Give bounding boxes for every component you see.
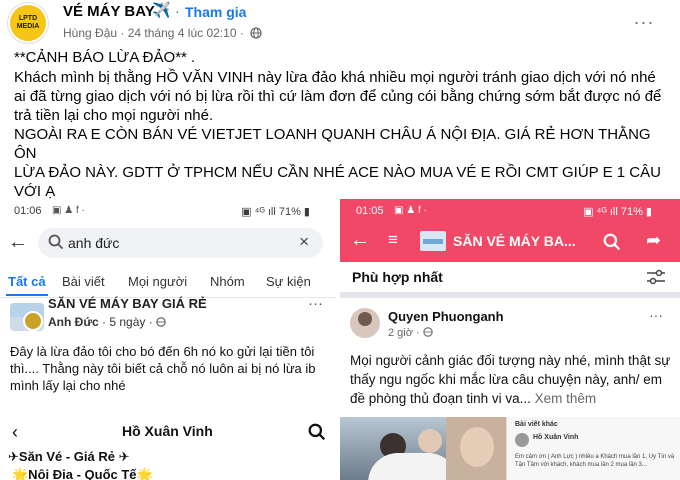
profile-header: ‹ Hồ Xuân Vinh — [0, 420, 336, 446]
airplane-icon: ✈️ — [152, 2, 171, 19]
relevance-label: Phù hợp nhất — [352, 269, 443, 285]
author-name[interactable]: Hùng Đậu — [63, 26, 117, 40]
back-arrow-icon: ← — [350, 229, 370, 251]
relevance-row: Phù hợp nhất — [340, 262, 680, 292]
group-thumbnail — [420, 231, 446, 251]
result-group-name: SĂN VÉ MÁY BAY GIÁ RẺ — [48, 296, 207, 311]
result-meta: · 5 ngày · — [98, 315, 157, 329]
search-icon — [48, 234, 64, 250]
search-icon — [308, 423, 326, 441]
result-text: Đây là lừa đảo tôi cho bó đến 6h nó ko g… — [10, 344, 316, 393]
status-bar: 01:06 ▣ ♟ f · ▣ ⁴ᴳ ıll 71% ▮ — [0, 199, 336, 221]
search-tabs: Tất cả Bài viết Mọi người Nhóm Sự kiện — [0, 271, 336, 297]
group-avatar[interactable]: LPTD MEDIA — [8, 3, 48, 43]
profile-name: Hồ Xuân Vinh — [122, 423, 213, 439]
separator-dot: · — [175, 3, 180, 19]
clear-search-icon: × — [299, 232, 309, 251]
post-text-warning: **CẢNH BÁO LỪA ĐẢO** . — [14, 49, 196, 66]
post-header: LPTD MEDIA VÉ MÁY BAY ✈️ · Tham gia Hùng… — [0, 0, 680, 48]
status-notification-icons: ▣ ♟ f · — [52, 205, 85, 216]
poster-avatar — [350, 308, 380, 338]
group-avatar-text: LPTD MEDIA — [16, 15, 40, 30]
status-battery: ▣ ⁴ᴳ ıll 71% ▮ — [583, 206, 652, 218]
status-notification-icons: ▣ ♟ f · — [394, 205, 427, 216]
tab-all: Tất cả — [8, 274, 46, 289]
share-icon: ➦ — [646, 230, 662, 250]
status-battery: ▣ ⁴ᴳ ıll 71% ▮ — [241, 206, 310, 218]
poster-meta: 2 giờ · — [388, 327, 433, 339]
tab-posts: Bài viết — [62, 274, 105, 289]
post-body: **CẢNH BÁO LỪA ĐẢO** . Khách mình bị thằ… — [14, 48, 669, 220]
see-more-link: Xem thêm — [534, 391, 597, 406]
status-time: 01:06 — [14, 205, 42, 217]
left-screenshot-image[interactable]: 01:06 ▣ ♟ f · ▣ ⁴ᴳ ıll 71% ▮ ← anh đức ×… — [0, 199, 336, 480]
active-tab-underline — [6, 294, 48, 296]
status-time: 01:05 — [356, 205, 384, 217]
poster-time: 2 giờ · — [388, 327, 423, 339]
post-text-details: Khách mình bị thằng HỒ VĂN VINH này lừa … — [14, 69, 662, 124]
search-row: ← anh đức × — [0, 225, 336, 259]
embedded-avatar — [515, 433, 529, 447]
meta-dot: · — [120, 26, 125, 40]
menu-icon: ≡ — [388, 230, 398, 249]
search-bar: anh đức × — [38, 228, 323, 258]
group-name[interactable]: VÉ MÁY BAY — [63, 3, 155, 20]
back-arrow-icon: ← — [8, 231, 28, 253]
poster-text-block: Mọi người cảnh giác đối tượng này nhé, m… — [350, 351, 676, 408]
result-author: Anh Đức — [48, 315, 99, 329]
globe-icon — [423, 327, 433, 337]
post-meta: Hùng Đậu · 24 tháng 4 lúc 02:10 · — [63, 26, 262, 40]
search-icon — [603, 233, 621, 251]
embedded-post-screenshot: Bài viết khác Hồ Xuân Vinh Em cảm ơn ( A… — [506, 417, 680, 480]
embedded-name: Hồ Xuân Vinh — [533, 434, 579, 441]
profile-bio-line-2: 🌟Nội Địa - Quốc Tế🌟 — [12, 467, 153, 480]
poster-name: Quyen Phuonganh — [388, 309, 504, 324]
post-timestamp[interactable]: 24 tháng 4 lúc 02:10 — [128, 26, 237, 40]
search-query-text: anh đức — [68, 235, 120, 251]
globe-icon — [250, 27, 262, 39]
filter-icon — [647, 269, 665, 285]
poster-more-icon: ··· — [649, 307, 663, 323]
group-header-title: SĂN VÉ MÁY BA... — [453, 233, 576, 249]
poster-text: Mọi người cảnh giác đối tượng này nhé, m… — [350, 353, 671, 406]
globe-icon — [156, 317, 166, 327]
embedded-text: Em cảm ơn ( Anh Lực ) nhiều a Khách mua … — [515, 454, 675, 468]
tab-groups: Nhóm — [210, 274, 245, 289]
result-author-line: Anh Đức · 5 ngày · — [48, 315, 166, 329]
divider — [340, 292, 680, 298]
chevron-left-icon: ‹ — [12, 422, 18, 442]
tab-people: Mọi người — [128, 274, 188, 289]
join-group-link[interactable]: Tham gia — [185, 4, 246, 20]
status-bar: 01:05 ▣ ♟ f · ▣ ⁴ᴳ ıll 71% ▮ — [340, 199, 680, 221]
result-group-avatar — [10, 303, 44, 331]
result-more-icon: ··· — [308, 295, 323, 312]
right-screenshot-image[interactable]: 01:05 ▣ ♟ f · ▣ ⁴ᴳ ıll 71% ▮ ← ≡ SĂN VÉ … — [340, 199, 680, 480]
profile-bio-line-1: ✈Săn Vé - Giá Rẻ ✈ — [8, 449, 130, 464]
meta-dot-2: · — [239, 26, 244, 40]
tab-events: Sự kiện — [266, 274, 311, 289]
post-more-options-button[interactable]: ··· — [630, 8, 658, 36]
embedded-title: Bài viết khác — [515, 421, 558, 428]
selfie-photo — [446, 417, 506, 480]
